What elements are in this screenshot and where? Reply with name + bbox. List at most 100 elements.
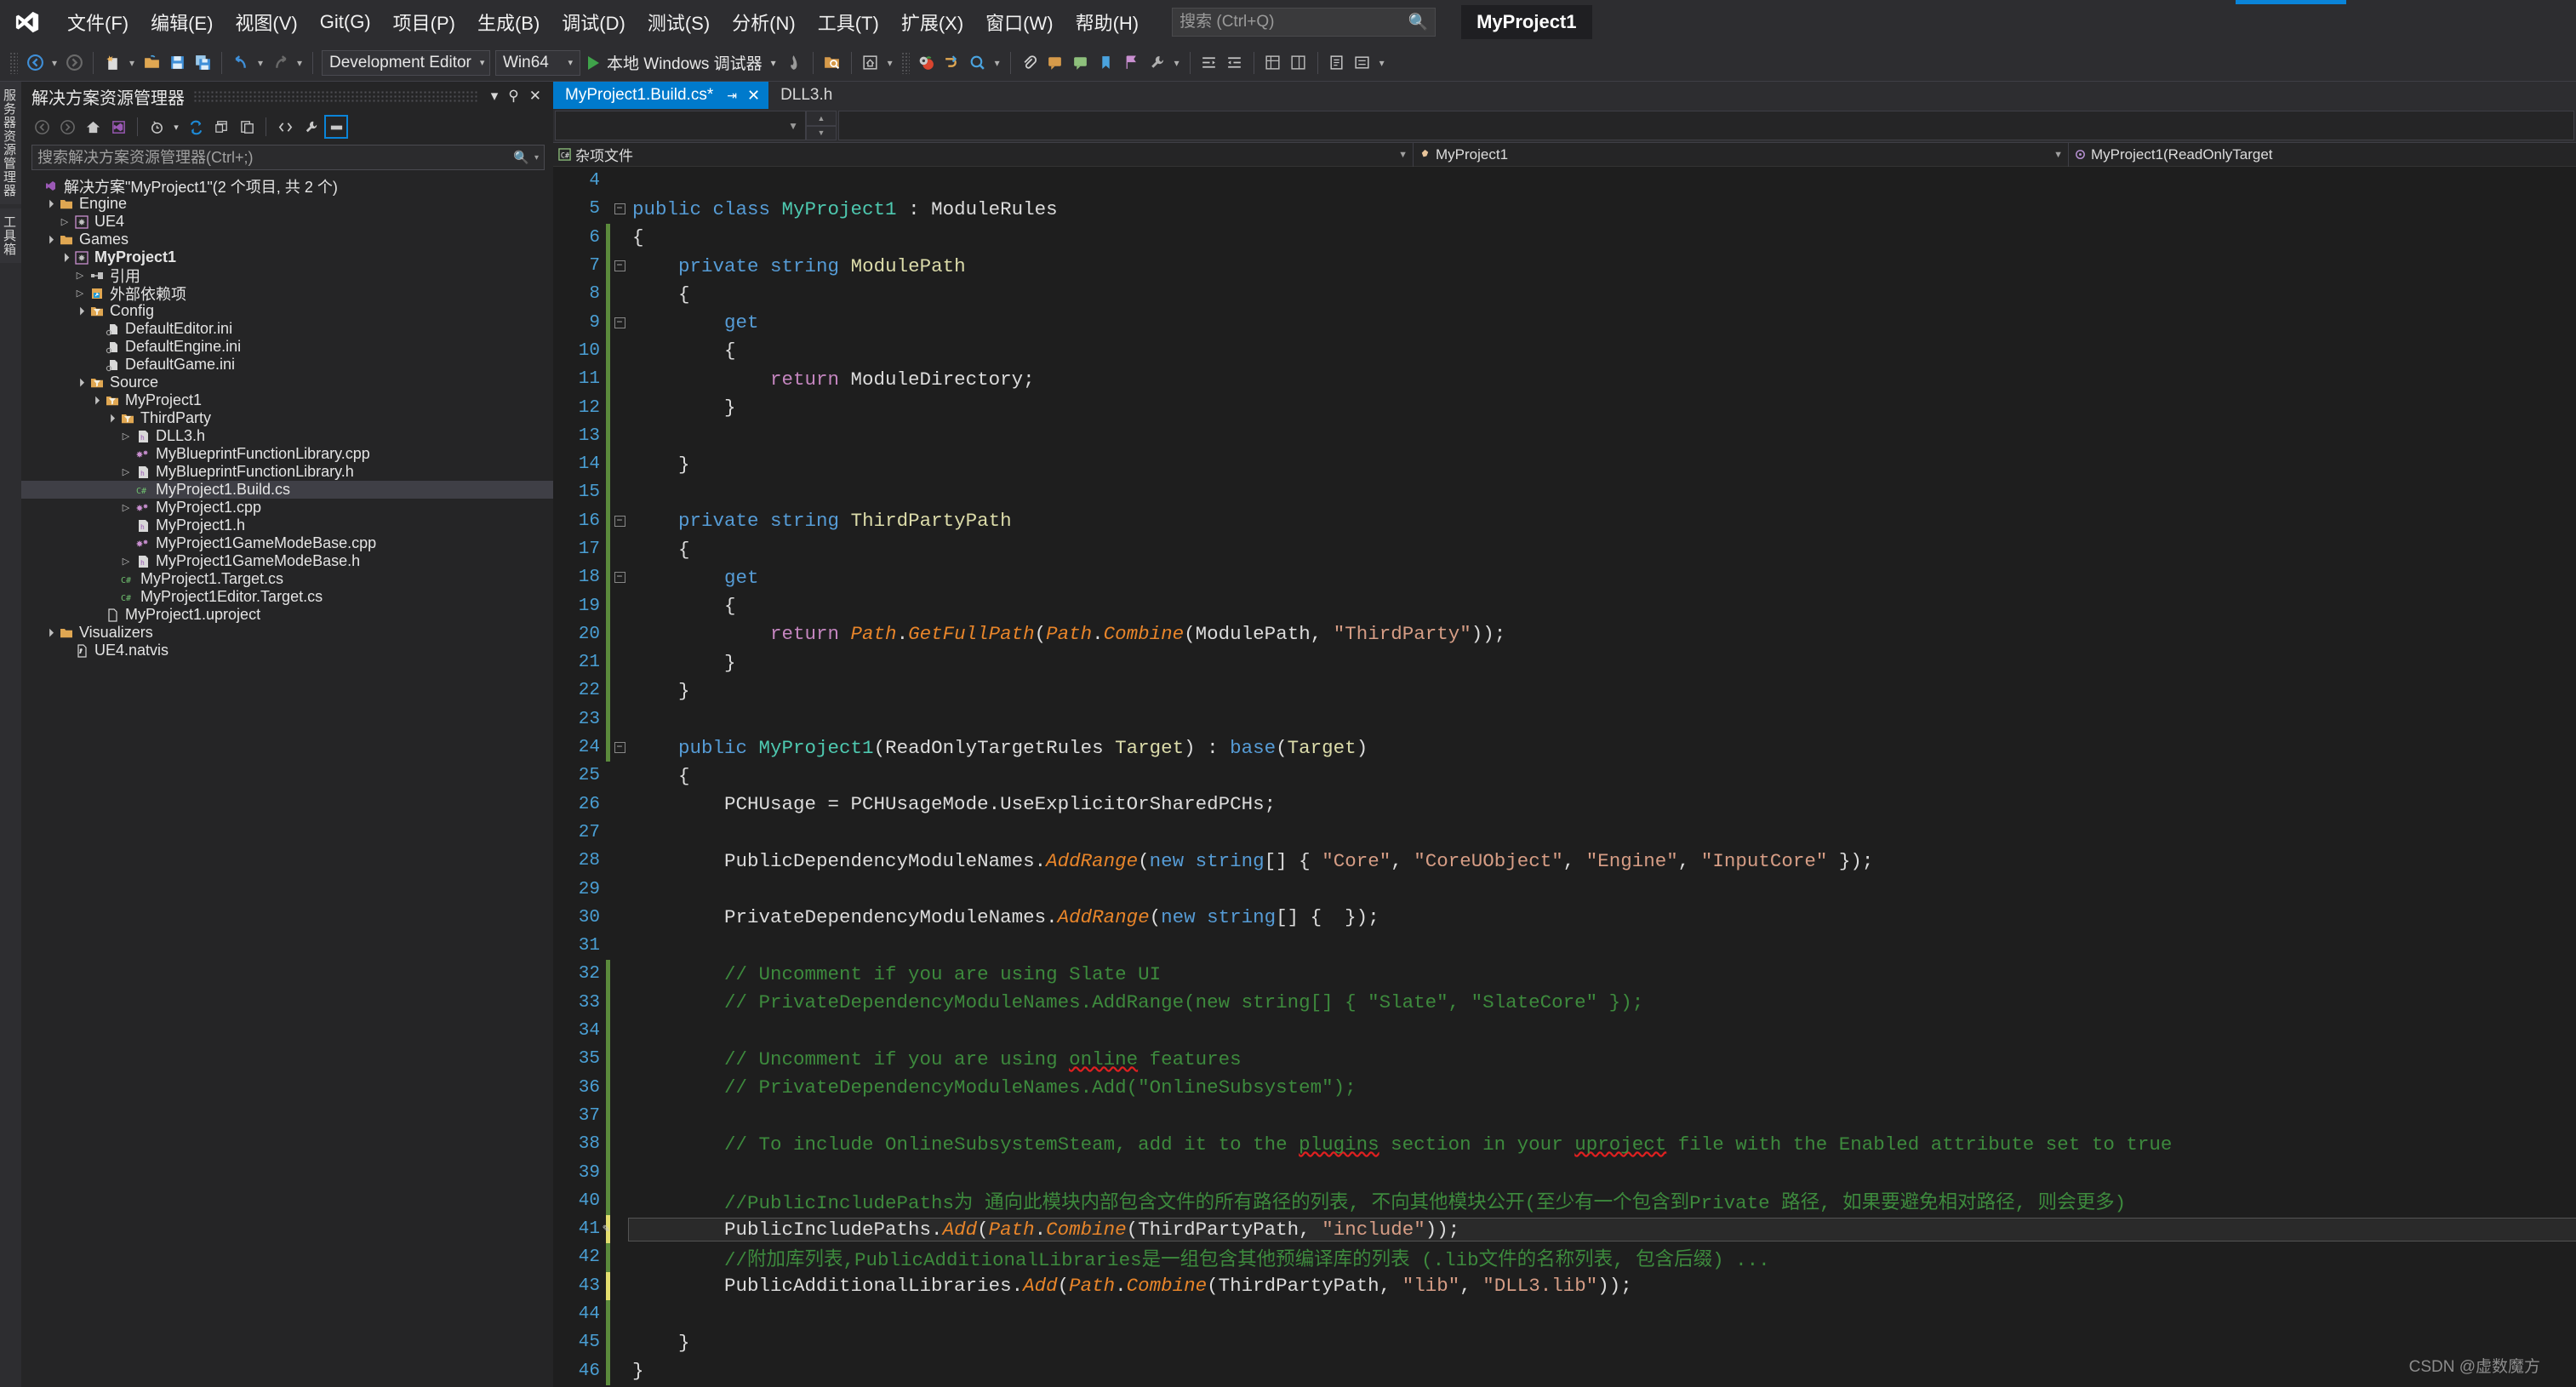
tree-item[interactable]: ▷ UE4 <box>21 213 553 231</box>
menu-item-2[interactable]: 视图(V) <box>224 3 308 41</box>
fold-collapse-icon[interactable]: − <box>610 515 629 527</box>
editor-tab[interactable]: DLL3.h <box>768 82 841 109</box>
chevron-down-icon[interactable]: ▾ <box>771 57 776 69</box>
global-search[interactable]: 🔍 <box>1172 8 1437 37</box>
chevron-down-icon[interactable]: ▾ <box>486 88 504 105</box>
chevron-collapsed-icon[interactable]: ▷ <box>118 556 134 567</box>
menu-item-10[interactable]: 扩展(X) <box>890 3 974 41</box>
code-line[interactable]: 38 // To include OnlineSubsystemSteam, a… <box>553 1130 2576 1159</box>
tree-item[interactable]: MyBlueprintFunctionLibrary.cpp <box>21 445 553 463</box>
code-line[interactable]: 32 // Uncomment if you are using Slate U… <box>553 960 2576 989</box>
pin-icon[interactable]: ⇥ <box>727 88 737 103</box>
fold-collapse-icon[interactable]: − <box>610 260 629 272</box>
tree-item[interactable]: ▷ h DLL3.h <box>21 427 553 445</box>
solution-configuration-combo[interactable]: Development Editor ▾ <box>322 49 490 76</box>
pin-icon[interactable]: ⚲ <box>503 88 523 105</box>
code-line[interactable]: 28 PublicDependencyModuleNames.AddRange(… <box>553 847 2576 875</box>
code-line[interactable]: 11 return ModuleDirectory; <box>553 365 2576 394</box>
chevron-down-icon[interactable]: ▼ <box>2045 150 2063 160</box>
code-line[interactable]: 31 <box>553 932 2576 960</box>
code-line[interactable]: 13 <box>553 421 2576 450</box>
attach-icon[interactable] <box>1017 50 1042 76</box>
chevron-expanded-icon[interactable]: ◢ <box>71 374 89 391</box>
tree-item[interactable]: 解决方案"MyProject1"(2 个项目, 共 2 个) <box>21 177 553 196</box>
solution-explorer-search[interactable]: 🔍 ▾ <box>31 145 545 170</box>
code-line[interactable]: 21 } <box>553 648 2576 677</box>
nav-down-icon[interactable]: ▼ <box>806 125 837 140</box>
find-in-files-icon[interactable] <box>820 50 845 76</box>
note-dropdown-icon[interactable]: ▾ <box>1375 50 1389 76</box>
menu-item-4[interactable]: 项目(P) <box>382 3 466 41</box>
open-folder-icon[interactable] <box>139 50 164 76</box>
undo-icon[interactable] <box>228 50 254 76</box>
tree-item[interactable]: UE4.natvis <box>21 642 553 659</box>
code-line[interactable]: 18− get <box>553 563 2576 592</box>
code-line[interactable]: 12 } <box>553 393 2576 422</box>
code-line[interactable]: 8 { <box>553 280 2576 309</box>
chevron-down-icon[interactable]: ▾ <box>534 153 539 163</box>
tree-item[interactable]: C# MyProject1Editor.Target.cs <box>21 588 553 606</box>
editor-tab[interactable]: MyProject1.Build.cs* ⇥ ✕ <box>553 82 769 109</box>
code-line[interactable]: 19 { <box>553 591 2576 620</box>
back-dropdown-icon[interactable]: ▾ <box>48 50 61 76</box>
grid-icon[interactable] <box>1260 50 1286 76</box>
code-line[interactable]: 25 { <box>553 762 2576 790</box>
solution-search-input[interactable] <box>37 148 514 167</box>
tree-item[interactable]: ▷ MyProject1.cpp <box>21 499 553 517</box>
fold-collapse-icon[interactable]: − <box>610 742 629 754</box>
breadcrumb-file-scope[interactable]: C# 杂项文件 ▼ <box>553 143 1413 167</box>
chevron-down-icon[interactable]: ▼ <box>1390 150 1408 160</box>
code-line[interactable]: 17 { <box>553 534 2576 564</box>
code-line[interactable]: 7− private string ModulePath <box>553 251 2576 281</box>
code-line[interactable]: 35 // Uncomment if you are using online … <box>553 1045 2576 1074</box>
code-line[interactable]: 30 PrivateDependencyModuleNames.AddRange… <box>553 904 2576 932</box>
code-line[interactable]: 5− public class MyProject1 : ModuleRules <box>553 195 2576 223</box>
tree-item[interactable]: ◢ Games <box>21 231 553 248</box>
code-view-icon[interactable] <box>273 115 297 139</box>
tree-item[interactable]: ◢ MyProject1 <box>21 248 553 266</box>
note-icon[interactable] <box>1324 50 1350 76</box>
code-line[interactable]: 4 <box>553 167 2576 195</box>
arrow-forward-icon[interactable] <box>61 50 87 76</box>
redo-icon[interactable] <box>267 50 293 76</box>
arrow-back-icon[interactable] <box>22 50 48 76</box>
code-line[interactable]: 10 { <box>553 336 2576 366</box>
chevron-expanded-icon[interactable]: ◢ <box>56 248 74 266</box>
code-line[interactable]: 23 <box>553 705 2576 733</box>
layout-icon[interactable] <box>1286 50 1311 76</box>
tree-item[interactable]: ◢ Config <box>21 302 553 320</box>
start-debug-button[interactable]: 本地 Windows 调试器 ▾ <box>583 51 781 74</box>
gear-tomato-icon[interactable] <box>914 50 940 76</box>
code-line[interactable]: 33 // PrivateDependencyModuleNames.AddRa… <box>553 988 2576 1017</box>
chevron-collapsed-icon[interactable]: ▷ <box>72 270 88 281</box>
close-icon[interactable]: ✕ <box>747 87 760 105</box>
code-line[interactable]: 39 <box>553 1158 2576 1187</box>
tree-item[interactable]: ▷ 外部依赖项 <box>21 284 553 303</box>
fold-collapse-icon[interactable]: − <box>610 317 629 328</box>
save-icon[interactable] <box>164 50 190 76</box>
zoom-dropdown-icon[interactable]: ▾ <box>991 50 1004 76</box>
flame-icon[interactable] <box>781 50 807 76</box>
nav-up-icon[interactable]: ▲ <box>806 111 837 126</box>
code-line[interactable]: 43 PublicAdditionalLibraries.Add(Path.Co… <box>553 1271 2576 1300</box>
chevron-expanded-icon[interactable]: ◢ <box>102 409 120 427</box>
pending-changes-icon[interactable] <box>145 115 168 139</box>
chevron-expanded-icon[interactable]: ◢ <box>41 624 59 642</box>
menu-item-1[interactable]: 编辑(E) <box>140 3 224 41</box>
code-line[interactable]: 26 PCHUsage = PCHUsageMode.UseExplicitOr… <box>553 791 2576 819</box>
home-window-icon[interactable] <box>858 50 883 76</box>
chevron-collapsed-icon[interactable]: ▷ <box>118 431 134 442</box>
chevron-collapsed-icon[interactable]: ▷ <box>118 502 134 513</box>
preview-pane-icon[interactable] <box>324 115 348 139</box>
zoom-icon[interactable] <box>965 50 991 76</box>
menu-item-8[interactable]: 分析(N) <box>721 3 807 41</box>
note-list-icon[interactable] <box>1350 50 1375 76</box>
code-line[interactable]: 36 // PrivateDependencyModuleNames.Add("… <box>553 1073 2576 1102</box>
solution-platform-combo[interactable]: Win64 ▾ <box>495 49 580 76</box>
chevron-expanded-icon[interactable]: ◢ <box>41 195 59 213</box>
chevron-collapsed-icon[interactable]: ▷ <box>118 466 134 477</box>
code-line[interactable]: 22 } <box>553 676 2576 705</box>
tree-item[interactable]: DefaultEditor.ini <box>21 320 553 338</box>
chevron-collapsed-icon[interactable]: ▷ <box>57 216 72 227</box>
menu-item-11[interactable]: 窗口(W) <box>974 3 1064 41</box>
